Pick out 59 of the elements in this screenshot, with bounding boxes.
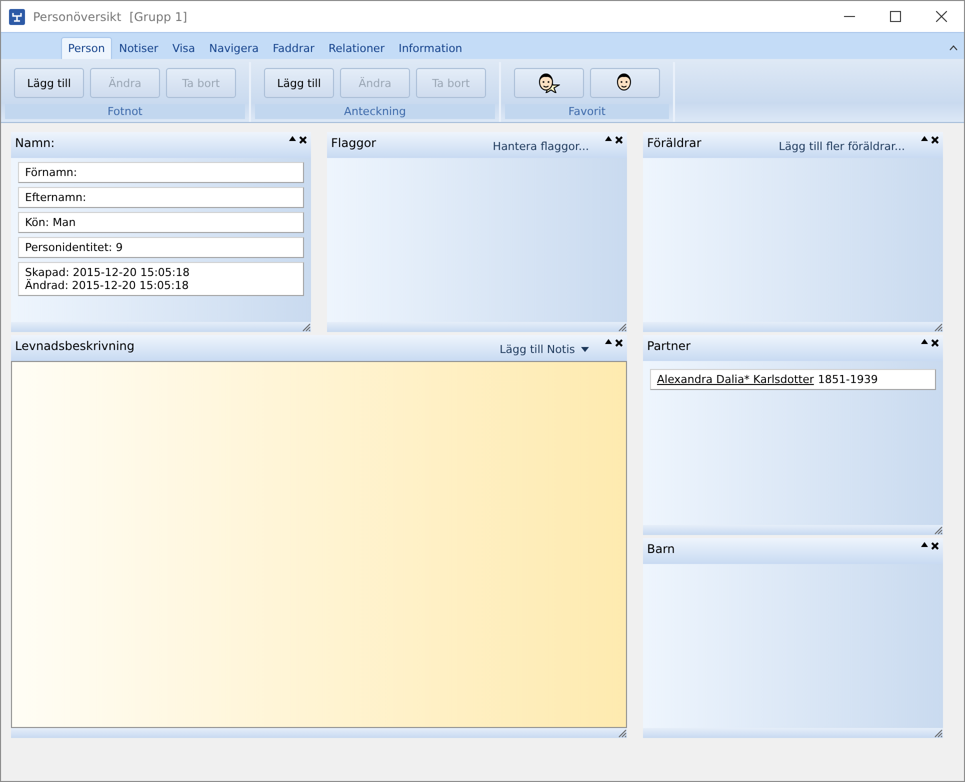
close-icon[interactable]	[615, 136, 623, 144]
close-icon[interactable]	[615, 339, 623, 347]
face-icon	[616, 73, 634, 93]
resize-grip-icon[interactable]	[617, 728, 627, 738]
maximize-icon	[890, 11, 900, 22]
app-icon	[9, 8, 25, 24]
favorite-button[interactable]	[514, 68, 584, 98]
ribbon-tab[interactable]: Visa	[165, 37, 202, 59]
panel-title: Namn:	[15, 136, 55, 150]
close-icon[interactable]	[931, 542, 939, 550]
panel-action-link[interactable]: Hantera flaggor...	[492, 140, 589, 153]
collapse-ribbon-icon[interactable]	[949, 45, 958, 51]
close-icon[interactable]	[299, 136, 307, 144]
resize-grip-icon[interactable]	[933, 525, 943, 535]
collapse-icon[interactable]	[605, 339, 612, 344]
ribbon-tab[interactable]: Person	[61, 37, 112, 59]
info-field: Personidentitet: 9	[18, 237, 304, 258]
date-text: Ändrad: 2015-12-20 15:05:18	[25, 279, 190, 292]
resize-grip-icon[interactable]	[617, 322, 627, 332]
close-icon[interactable]	[931, 136, 939, 144]
window-subtitle: [Grupp 1]	[129, 10, 188, 24]
collapse-icon[interactable]	[921, 542, 928, 547]
info-field: Förnamn:	[18, 162, 304, 183]
ribbon-group-label: Favorit	[505, 104, 669, 119]
window-title: Personöversikt	[33, 10, 122, 24]
resize-grip-icon[interactable]	[301, 322, 311, 332]
info-field: Efternamn:	[18, 187, 304, 208]
ribbon-tab[interactable]: Information	[392, 37, 470, 59]
panel-title: Partner	[647, 339, 691, 353]
life-years: 1851-1939	[818, 373, 878, 386]
ribbon-tab[interactable]: Faddrar	[266, 37, 322, 59]
close-icon	[936, 11, 946, 22]
ribbon-group-label: Anteckning	[255, 104, 495, 119]
panel-title: Levnadsbeskrivning	[15, 339, 135, 353]
panel-title: Flaggor	[331, 136, 376, 150]
collapse-icon[interactable]	[921, 136, 928, 141]
collapse-icon[interactable]	[605, 136, 612, 141]
ribbon-button[interactable]: Lägg till	[264, 68, 334, 98]
ribbon-tab[interactable]: Relationer	[322, 37, 392, 59]
info-field: Kön: Man	[18, 212, 304, 233]
close-icon[interactable]	[931, 339, 939, 347]
panel-action-link[interactable]: Lägg till fler föräldrar...	[778, 140, 905, 153]
person-button[interactable]	[590, 68, 660, 98]
collapse-icon[interactable]	[289, 136, 296, 141]
collapse-icon[interactable]	[921, 339, 928, 344]
ribbon-group-label: Fotnot	[5, 104, 245, 119]
panel-title: Barn	[647, 542, 675, 556]
dropdown-icon	[581, 347, 589, 352]
resize-grip-icon[interactable]	[933, 728, 943, 738]
face-star-icon	[538, 73, 560, 93]
person-link[interactable]: Alexandra Dalia* Karlsdotter	[657, 373, 814, 386]
panel-action-link[interactable]: Lägg till Notis	[500, 343, 589, 356]
ribbon-button[interactable]: Lägg till	[14, 68, 84, 98]
resize-grip-icon[interactable]	[933, 322, 943, 332]
ribbon-tab[interactable]: Navigera	[202, 37, 266, 59]
minimize-icon	[844, 16, 854, 17]
panel-title: Föräldrar	[647, 136, 702, 150]
ribbon-tab[interactable]: Notiser	[112, 37, 166, 59]
date-text: Skapad: 2015-12-20 15:05:18	[25, 266, 191, 279]
